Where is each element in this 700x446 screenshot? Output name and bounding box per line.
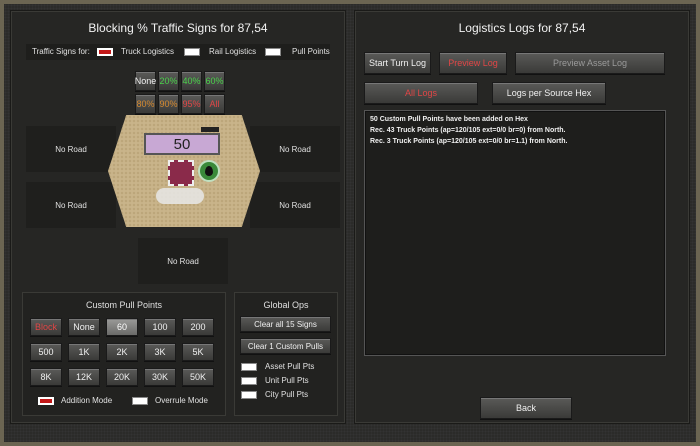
smoke-icon (156, 188, 204, 204)
rail-swatch (184, 48, 200, 56)
hex-corner-marker (201, 127, 219, 132)
log-line: Rec. 43 Truck Points (ap=120/105 ext=0/0… (370, 127, 566, 134)
clear-custom-button[interactable]: Clear 1 Custom Pulls (240, 338, 331, 354)
pull-12k-button[interactable]: 12K (68, 368, 100, 386)
pull-2k-button[interactable]: 2K (106, 343, 138, 361)
pull-none-button[interactable]: None (68, 318, 100, 336)
preview-log-button[interactable]: Preview Log (439, 52, 507, 74)
pull-200-button[interactable]: 200 (182, 318, 214, 336)
pull-20k-button[interactable]: 20K (106, 368, 138, 386)
overrule-mode-swatch[interactable] (132, 397, 148, 405)
right-title: Logistics Logs for 87,54 (458, 21, 586, 35)
legend-rail: Rail Logistics (209, 47, 257, 56)
pull-100-button[interactable]: 100 (144, 318, 176, 336)
pull-30k-button[interactable]: 30K (144, 368, 176, 386)
pct-all-button[interactable]: All (204, 94, 225, 114)
hex-value-box: 50 (144, 133, 220, 155)
no-road-ne[interactable]: No Road (250, 126, 340, 172)
depot-icon (168, 160, 194, 186)
legend-truck: Truck Logistics (121, 47, 175, 56)
asset-pull-swatch[interactable] (241, 363, 257, 371)
pull-60-button[interactable]: 60 (106, 318, 138, 336)
pct-40-button[interactable]: 40% (181, 71, 202, 91)
unit-pull-label: Unit Pull Pts (265, 376, 309, 385)
pull-5k-button[interactable]: 5K (182, 343, 214, 361)
pct-90-button[interactable]: 90% (158, 94, 179, 114)
overrule-mode-label: Overrule Mode (155, 396, 208, 405)
log-line: 50 Custom Pull Points have been added on… (370, 116, 528, 123)
pull-1k-button[interactable]: 1K (68, 343, 100, 361)
pct-60-button[interactable]: 60% (204, 71, 225, 91)
start-turn-log-button[interactable]: Start Turn Log (364, 52, 431, 74)
log-line: Rec. 3 Truck Points (ap=120/105 ext=0/0 … (370, 138, 568, 145)
pct-95-button[interactable]: 95% (181, 94, 202, 114)
global-title: Global Ops (263, 300, 309, 310)
no-road-se[interactable]: No Road (250, 182, 340, 228)
pct-none-button[interactable]: None (135, 71, 156, 91)
legend-label: Traffic Signs for: (32, 47, 90, 56)
log-area[interactable]: 50 Custom Pull Points have been added on… (364, 110, 666, 356)
hex-value: 50 (173, 135, 191, 153)
logs-per-source-button[interactable]: Logs per Source Hex (492, 82, 606, 104)
city-pull-label: City Pull Pts (265, 390, 309, 399)
pull-8k-button[interactable]: 8K (30, 368, 62, 386)
no-road-nw[interactable]: No Road (26, 126, 116, 172)
no-road-s[interactable]: No Road (138, 238, 228, 284)
pct-80-button[interactable]: 80% (135, 94, 156, 114)
truck-swatch (97, 48, 113, 56)
unit-pull-swatch[interactable] (241, 377, 257, 385)
clear-signs-button[interactable]: Clear all 15 Signs (240, 316, 331, 332)
city-pull-swatch[interactable] (241, 391, 257, 399)
block-button[interactable]: Block (30, 318, 62, 336)
addition-mode-swatch[interactable] (38, 397, 54, 405)
all-logs-button[interactable]: All Logs (364, 82, 478, 104)
back-button[interactable]: Back (480, 397, 572, 419)
left-title: Blocking % Traffic Signs for 87,54 (88, 21, 268, 35)
legend-pull: Pull Points (292, 47, 330, 56)
asset-pull-label: Asset Pull Pts (265, 362, 315, 371)
custom-title: Custom Pull Points (85, 300, 163, 310)
addition-mode-label: Addition Mode (61, 396, 113, 405)
preview-asset-log-button[interactable]: Preview Asset Log (515, 52, 665, 74)
pull-50k-button[interactable]: 50K (182, 368, 214, 386)
oil-icon (198, 160, 220, 182)
pct-20-button[interactable]: 20% (158, 71, 179, 91)
no-road-sw[interactable]: No Road (26, 182, 116, 228)
pull-swatch (265, 48, 281, 56)
pull-3k-button[interactable]: 3K (144, 343, 176, 361)
pull-500-button[interactable]: 500 (30, 343, 62, 361)
